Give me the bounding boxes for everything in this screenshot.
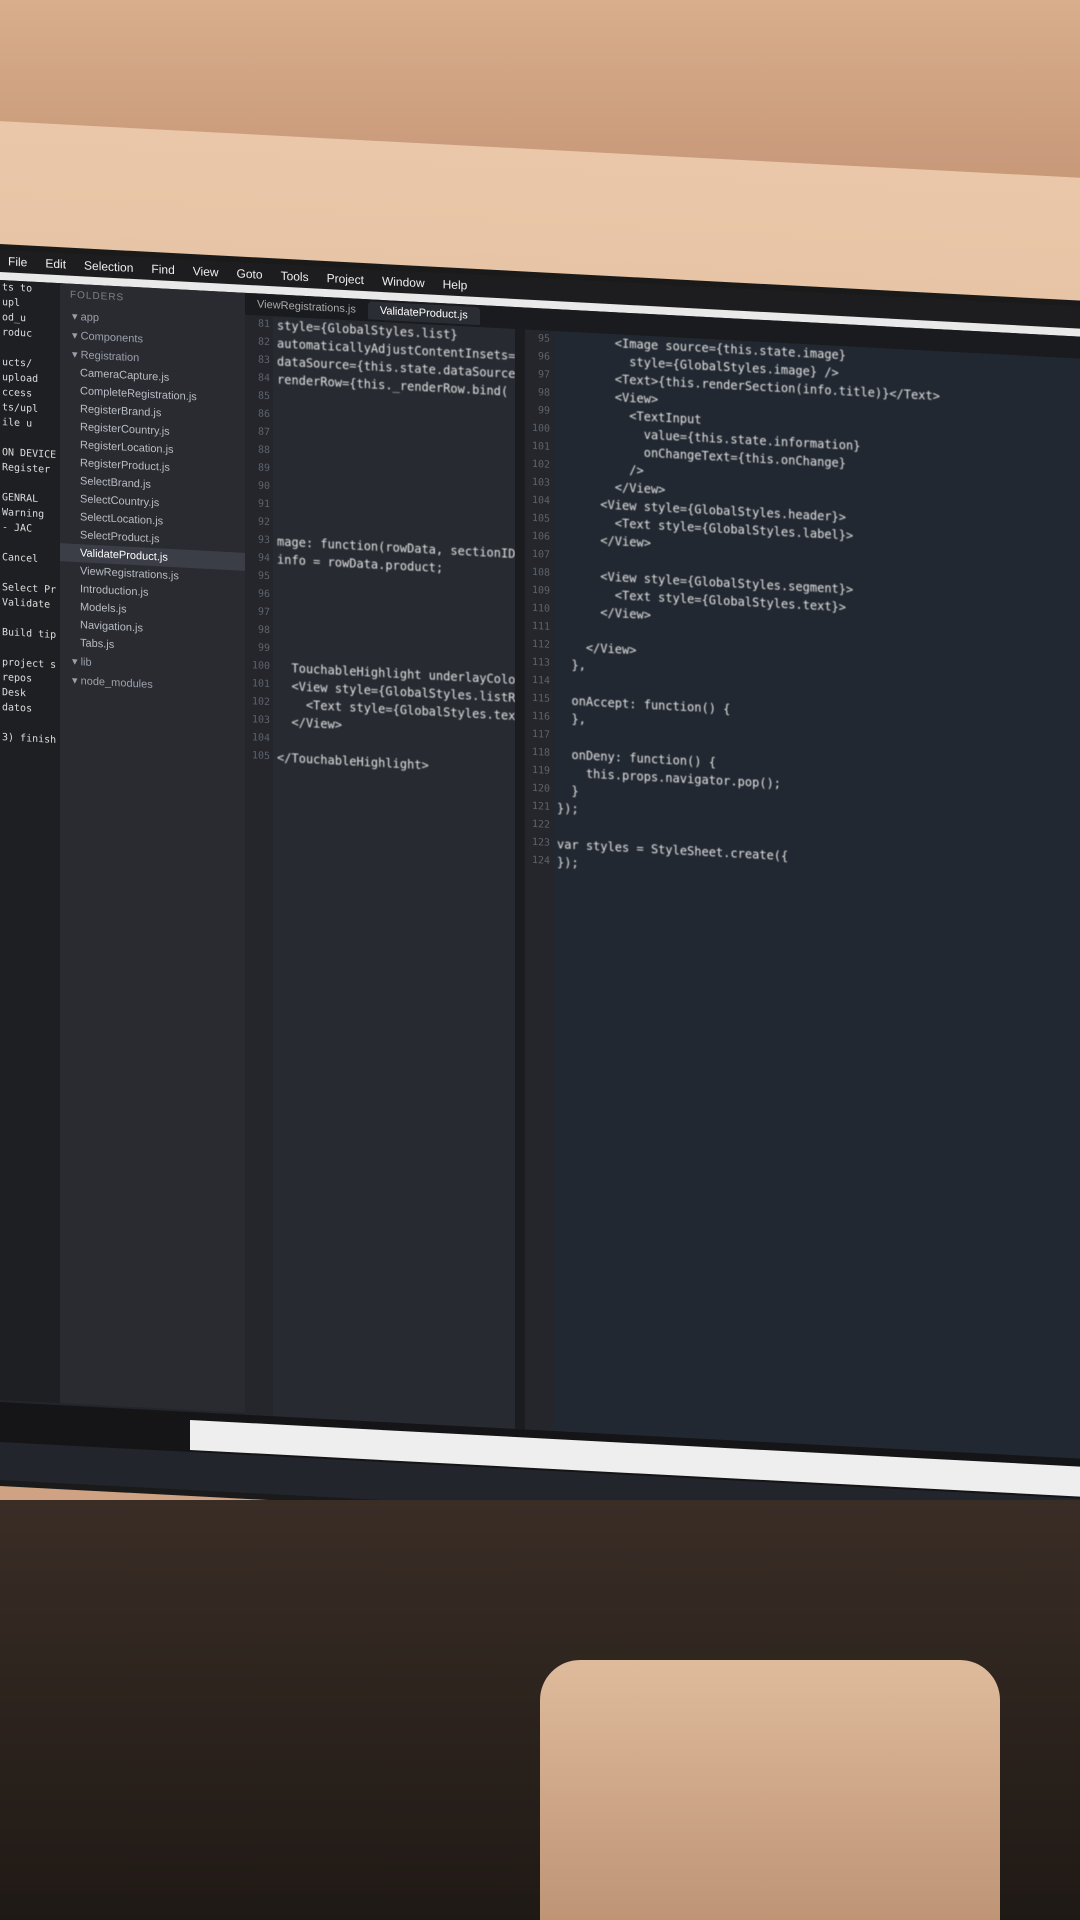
line-number: 95 bbox=[257, 570, 270, 583]
line-number: 113 bbox=[531, 656, 550, 669]
line-number: 109 bbox=[531, 584, 550, 597]
pane-divider[interactable] bbox=[515, 328, 525, 1430]
terminal-line: roduc bbox=[2, 327, 33, 340]
line-number: 118 bbox=[531, 746, 550, 759]
line-number: 89 bbox=[257, 462, 270, 475]
editor-pane-right[interactable]: 95 96 97 98 99 100 101 102 103 104 105 106 107 108 109… bbox=[525, 329, 1080, 1459]
line-number: 102 bbox=[531, 458, 550, 471]
line-number: 97 bbox=[537, 369, 550, 381]
terminal-line: 3) finish bbox=[2, 732, 57, 746]
line-number: 99 bbox=[537, 405, 550, 417]
line-number: 122 bbox=[531, 818, 550, 831]
line-number: 95 bbox=[537, 333, 550, 345]
line-number: 96 bbox=[257, 588, 270, 601]
line-number: 115 bbox=[531, 692, 550, 705]
terminal-line: Build tip bbox=[2, 627, 57, 641]
menu-item-project[interactable]: Project bbox=[327, 271, 364, 287]
line-number: 94 bbox=[257, 552, 270, 565]
line-number: 103 bbox=[531, 476, 550, 489]
line-number: 119 bbox=[531, 764, 550, 777]
line-number: 97 bbox=[257, 606, 270, 619]
line-number: 81 bbox=[257, 318, 270, 331]
line-number: 84 bbox=[257, 372, 270, 385]
line-number: 101 bbox=[531, 440, 550, 453]
line-number: 87 bbox=[257, 426, 270, 439]
monitor-stand bbox=[540, 1660, 1000, 1920]
line-number: 93 bbox=[257, 534, 270, 547]
monitor-screen: File Edit Selection Find View Goto Tools Projec… bbox=[0, 250, 1080, 1537]
line-number: 116 bbox=[531, 710, 550, 723]
menu-item-help[interactable]: Help bbox=[443, 277, 468, 292]
line-number: 82 bbox=[257, 336, 270, 349]
menu-item-goto[interactable]: Goto bbox=[237, 266, 263, 281]
line-number: 104 bbox=[531, 494, 550, 507]
terminal-panel[interactable]: ts to upl od_u roduc ucts/upload ccess ts/upl… bbox=[0, 280, 62, 1404]
line-number: 100 bbox=[531, 422, 550, 435]
terminal-line: datos bbox=[2, 702, 33, 715]
line-number: 103 bbox=[251, 714, 270, 727]
file-sidebar: FOLDERS ▾ app ▾ Components ▾ Registration C… bbox=[60, 283, 245, 1413]
line-number: 114 bbox=[531, 674, 550, 687]
line-number: 106 bbox=[531, 530, 550, 543]
line-number: 117 bbox=[531, 728, 550, 741]
line-number: 96 bbox=[537, 351, 550, 363]
code-area[interactable]: style={GlobalStyles.list} automaticallyAd… bbox=[277, 317, 515, 779]
line-number: 100 bbox=[251, 660, 270, 673]
terminal-line: Cancel bbox=[2, 552, 39, 565]
menu-item-selection[interactable]: Selection bbox=[84, 258, 133, 275]
line-gutter: 95 96 97 98 99 100 101 102 103 104 105 106 107 108 109… bbox=[525, 329, 553, 1431]
line-number: 108 bbox=[531, 566, 550, 579]
line-number: 101 bbox=[251, 678, 270, 691]
line-number: 105 bbox=[251, 750, 270, 763]
menu-item-window[interactable]: Window bbox=[382, 274, 425, 290]
code-area[interactable]: <Image source={this.state.image} style={… bbox=[557, 331, 1080, 898]
editor-pane-left[interactable]: 81 82 83 84 85 86 87 88 89 90 91 92 93 94 95 96 97 98 99 10… bbox=[245, 314, 515, 1429]
menu-item-find[interactable]: Find bbox=[151, 262, 174, 277]
line-number: 107 bbox=[531, 548, 550, 561]
line-number: 86 bbox=[257, 408, 270, 421]
line-number: 123 bbox=[531, 836, 550, 849]
line-number: 120 bbox=[531, 782, 550, 795]
line-number: 98 bbox=[257, 624, 270, 637]
line-number: 88 bbox=[257, 444, 270, 457]
line-number: 91 bbox=[257, 498, 270, 511]
line-number: 124 bbox=[531, 854, 550, 867]
line-number: 98 bbox=[537, 387, 550, 399]
line-number: 83 bbox=[257, 354, 270, 367]
line-number: 102 bbox=[251, 696, 270, 709]
terminal-line: - JAC bbox=[2, 522, 33, 535]
line-number: 110 bbox=[531, 602, 550, 615]
line-number: 105 bbox=[531, 512, 550, 525]
line-gutter: 81 82 83 84 85 86 87 88 89 90 91 92 93 94 95 96 97 98 99 10… bbox=[245, 314, 273, 1417]
line-number: 104 bbox=[251, 732, 270, 745]
line-number: 112 bbox=[531, 638, 550, 651]
line-number: 99 bbox=[257, 642, 270, 655]
menu-item-file[interactable]: File bbox=[8, 254, 27, 269]
terminal-line: ile u bbox=[2, 417, 33, 430]
line-number: 92 bbox=[257, 516, 270, 529]
line-number: 121 bbox=[531, 800, 550, 813]
menu-item-tools[interactable]: Tools bbox=[281, 269, 309, 284]
line-number: 85 bbox=[257, 390, 270, 403]
line-number: 90 bbox=[257, 480, 270, 493]
line-number: 111 bbox=[531, 620, 550, 633]
menu-item-view[interactable]: View bbox=[193, 264, 219, 279]
menu-item-edit[interactable]: Edit bbox=[45, 256, 66, 271]
